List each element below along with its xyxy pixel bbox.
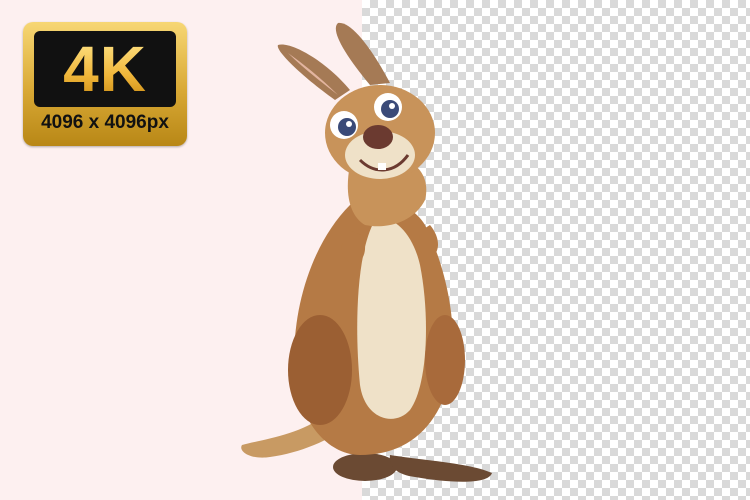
badge-title-panel: 4K bbox=[34, 31, 176, 107]
badge-resolution-text: 4096 x 4096px bbox=[41, 112, 169, 133]
resolution-badge: 4K 4096 x 4096px bbox=[23, 22, 187, 146]
kangaroo-illustration bbox=[241, 22, 492, 482]
badge-title: 4K bbox=[63, 33, 147, 105]
